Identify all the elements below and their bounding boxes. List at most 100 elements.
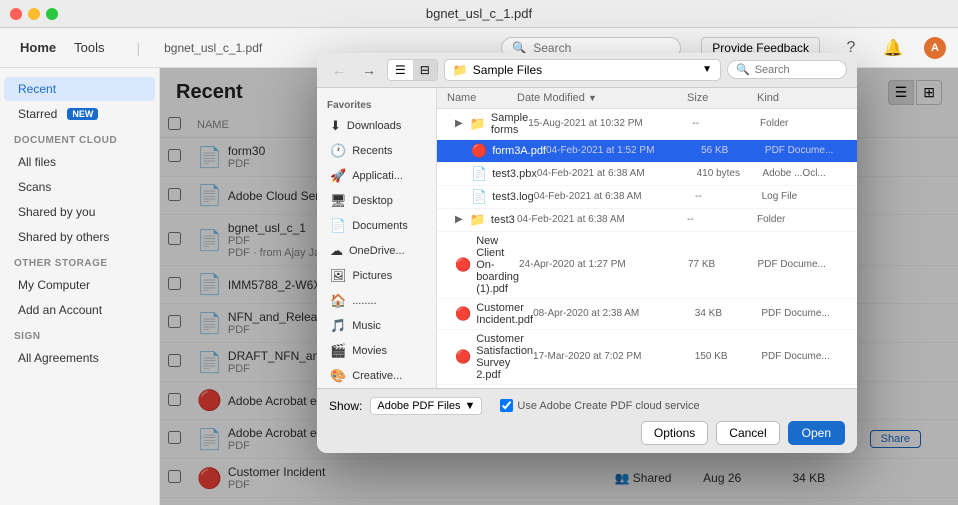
dialog-sidebar-pictures[interactable]: 🖼Pictures (320, 264, 433, 288)
close-button[interactable] (10, 8, 22, 20)
dialog-sidebar-documents[interactable]: 📄Documents (320, 214, 433, 238)
dialog-file-date: 08-Apr-2020 at 2:38 AM (533, 308, 695, 319)
show-label: Show: (329, 399, 362, 413)
dialog-file-row[interactable]: 🔴 Customer Satisfaction Survey 2.pdf 17-… (437, 330, 857, 385)
dialog-sidebar-movies[interactable]: 🎬Movies (320, 339, 433, 363)
format-select-chevron-icon: ▼ (465, 400, 476, 412)
dialog-toolbar: ← → ☰ ⊟ 📁 Sample Files ▼ 🔍 (317, 68, 857, 88)
dialog-file-name: 🔴 Customer Incident.pdf (447, 302, 533, 326)
open-button[interactable]: Open (788, 421, 845, 445)
recents-icon: 🕐 (330, 143, 346, 159)
dialog-sidebar-creative[interactable]: 🎨Creative... (320, 364, 433, 388)
pictures-icon: 🖼 (330, 268, 347, 284)
dialog-file-size: 77 KB (688, 259, 758, 270)
dialog-file-row[interactable]: ▶ 📁 test3 04-Feb-2021 at 6:38 AM -- Fold… (437, 209, 857, 232)
format-select[interactable]: Adobe PDF Files ▼ (370, 397, 482, 415)
dialog-file-size: -- (692, 118, 760, 129)
tools-nav-button[interactable]: Tools (66, 36, 112, 59)
dialog-back-button[interactable]: ← (327, 68, 351, 80)
cancel-button[interactable]: Cancel (716, 421, 779, 445)
dialog-footer-format-row: Show: Adobe PDF Files ▼ Use Adobe Create… (329, 397, 845, 415)
dialog-file-row[interactable]: 🔴 New Client On-boarding (1).pdf 24-Apr-… (437, 232, 857, 299)
minimize-button[interactable] (28, 8, 40, 20)
dialog-sidebar-music[interactable]: 🎵Music (320, 314, 433, 338)
dialog-file-kind: PDF Docume... (765, 145, 847, 156)
dialog-file-name: ▶ 📁 Sample forms (447, 112, 528, 136)
dialog-file-row[interactable]: 📄 test3.log 04-Feb-2021 at 6:38 AM -- Lo… (437, 186, 857, 209)
use-adobe-checkbox[interactable] (500, 399, 513, 412)
sidebar-item-recent[interactable]: Recent (4, 77, 155, 101)
dialog-search-box[interactable]: 🔍 (727, 68, 847, 79)
dialog-forward-button[interactable]: → (357, 68, 381, 80)
dialog-file-icon: 🔴 (455, 349, 471, 365)
sidebar-item-shared-by-others[interactable]: Shared by others (4, 225, 155, 249)
sidebar-item-shared-by-you[interactable]: Shared by you (4, 200, 155, 224)
dialog-file-icon: 🔴 (455, 306, 471, 322)
dialog-columns-view-btn[interactable]: ⊟ (413, 68, 437, 80)
dialog-folder-icon: 📁 (453, 68, 468, 77)
sidebar-item-allfiles[interactable]: All files (4, 150, 155, 174)
notifications-icon[interactable]: 🔔 (882, 37, 904, 59)
dialog-col-name[interactable]: Name (447, 92, 517, 104)
dialog-sidebar-applications[interactable]: 🚀Applicati... (320, 164, 433, 188)
sidebar-item-starred[interactable]: Starred NEW (4, 102, 155, 126)
dialog-file-kind: PDF Docume... (761, 351, 847, 362)
desktop-icon: 🖥 (330, 193, 347, 209)
window-title: bgnet_usl_c_1.pdf (426, 6, 532, 21)
dialog-file-icon: 📁 (470, 116, 486, 132)
dialog-search-input[interactable] (755, 68, 845, 76)
dialog-file-name: 📄 test3.pbx (447, 166, 537, 182)
dialog-filename-label: test3.pbx (492, 168, 537, 180)
dialog-file-icon: 🔴 (455, 257, 471, 273)
dialog-sidebar-recents[interactable]: 🕐Recents (320, 139, 433, 163)
title-bar: bgnet_usl_c_1.pdf (0, 0, 958, 28)
dialog-file-icon: 🔴 (471, 143, 487, 159)
breadcrumb: bgnet_usl_c_1.pdf (164, 41, 262, 55)
dialog-file-header: Name Date Modified ▼ Size Kind (437, 88, 857, 109)
dialog-file-row[interactable]: 📄 test3.pbx 04-Feb-2021 at 6:38 AM 410 b… (437, 163, 857, 186)
dialog-file-kind: Log File (762, 191, 847, 202)
dialog-file-row[interactable]: 🔴 form3A.pdf 04-Feb-2021 at 1:52 PM 56 K… (437, 140, 857, 163)
maximize-button[interactable] (46, 8, 58, 20)
dialog-sidebar-desktop[interactable]: 🖥Desktop (320, 189, 433, 213)
file-open-dialog: ← → ☰ ⊟ 📁 Sample Files ▼ 🔍 (317, 68, 857, 453)
dialog-file-icon: 📁 (470, 212, 486, 228)
sidebar-item-all-agreements[interactable]: All Agreements (4, 346, 155, 370)
movies-icon: 🎬 (330, 343, 346, 359)
home-nav-button[interactable]: Home (12, 36, 64, 59)
dialog-sidebar-home[interactable]: 🏠........ (320, 289, 433, 313)
sidebar-item-my-computer[interactable]: My Computer (4, 273, 155, 297)
dialog-file-date: 04-Feb-2021 at 6:38 AM (517, 214, 687, 225)
sidebar-item-scans[interactable]: Scans (4, 175, 155, 199)
dialog-sidebar-downloads[interactable]: ⬇Downloads (320, 114, 433, 138)
format-select-label: Adobe PDF Files (377, 400, 460, 412)
dialog-list-view-btn[interactable]: ☰ (388, 68, 413, 80)
dialog-file-kind: Adobe ...Ocl... (762, 168, 847, 179)
dialog-file-kind: Folder (760, 118, 847, 129)
dialog-file-kind: PDF Docume... (761, 308, 847, 319)
dialog-location[interactable]: 📁 Sample Files ▼ (444, 68, 721, 81)
dialog-file-date: 04-Feb-2021 at 6:38 AM (537, 168, 697, 179)
dialog-col-date[interactable]: Date Modified ▼ (517, 92, 687, 104)
dialog-footer-buttons: Options Cancel Open (329, 421, 845, 445)
dialog-file-date: 17-Mar-2020 at 7:02 PM (533, 351, 695, 362)
dialog-search-icon: 🔍 (736, 68, 750, 76)
dialog-file-row[interactable]: 🔴 360 Degree Feedback 2.pdf 17-Jan-2020 … (437, 385, 857, 388)
user-avatar[interactable]: A (924, 37, 946, 59)
dialog-sidebar-onedrive[interactable]: ☁OneDrive... (320, 239, 433, 263)
dialog-file-kind: PDF Docume... (758, 259, 847, 270)
dialog-col-size[interactable]: Size (687, 92, 757, 104)
dialog-body: Favorites ⬇Downloads 🕐Recents 🚀Applicati… (317, 88, 857, 388)
dialog-location-label: Sample Files (473, 68, 542, 77)
dialog-file-row[interactable]: ▶ 📁 Sample forms 15-Aug-2021 at 10:32 PM… (437, 109, 857, 140)
other-storage-section: OTHER STORAGE (0, 250, 159, 272)
dialog-col-kind[interactable]: Kind (757, 92, 847, 104)
sidebar-item-recent-label: Recent (18, 82, 56, 96)
dialog-file-name: ▶ 📁 test3 (447, 212, 517, 228)
dialog-file-date: 15-Aug-2021 at 10:32 PM (528, 118, 692, 129)
dialog-file-name: 🔴 Customer Satisfaction Survey 2.pdf (447, 333, 533, 381)
sidebar-item-add-account[interactable]: Add an Account (4, 298, 155, 322)
options-button[interactable]: Options (641, 421, 708, 445)
dialog-file-row[interactable]: 🔴 Customer Incident.pdf 08-Apr-2020 at 2… (437, 299, 857, 330)
dialog-filename-label: test3 (491, 214, 515, 226)
